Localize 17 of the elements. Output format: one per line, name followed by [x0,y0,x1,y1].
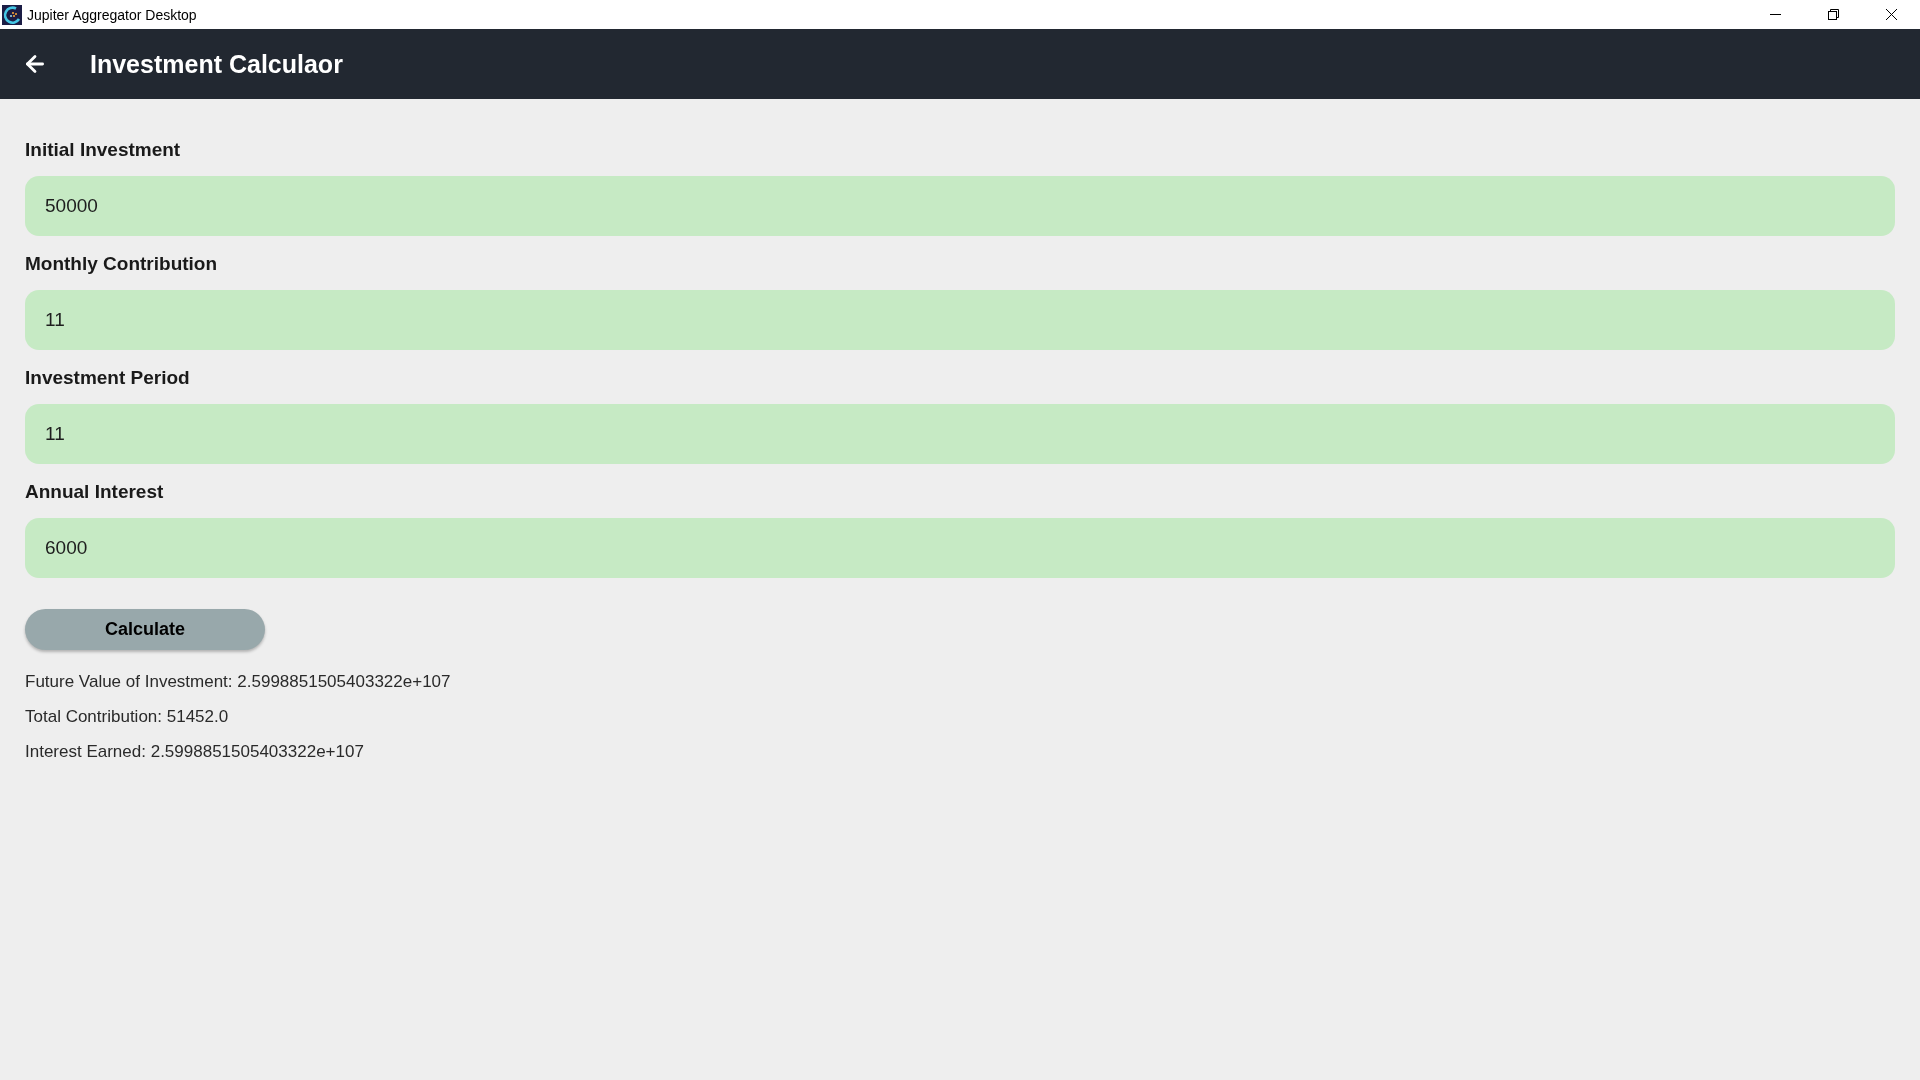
input-field[interactable]: 11 [25,290,1895,350]
result-text: Total Contribution: 51452.0 [25,706,230,728]
close-icon [1885,9,1897,20]
result-text: Future Value of Investment: 2.5998851505403322e+107 [25,671,452,693]
calculate-button[interactable]: Calculate [25,609,265,650]
app-logo-icon [2,4,22,25]
field-label: Initial Investment [25,138,182,162]
input-field[interactable]: 11 [25,404,1895,464]
field-label: Annual Interest [25,480,165,504]
field-label: Monthly Contribution [25,252,219,276]
field-label: Investment Period [25,366,191,390]
input-field[interactable]: 50000 [25,176,1895,236]
restore-icon [1827,9,1839,20]
page-title: Investment Calculaor [90,49,343,79]
window-title: Jupiter Aggregator Desktop [27,6,197,23]
result-text: Interest Earned: 2.5998851505403322e+107 [25,741,365,763]
input-field[interactable]: 6000 [25,518,1895,578]
